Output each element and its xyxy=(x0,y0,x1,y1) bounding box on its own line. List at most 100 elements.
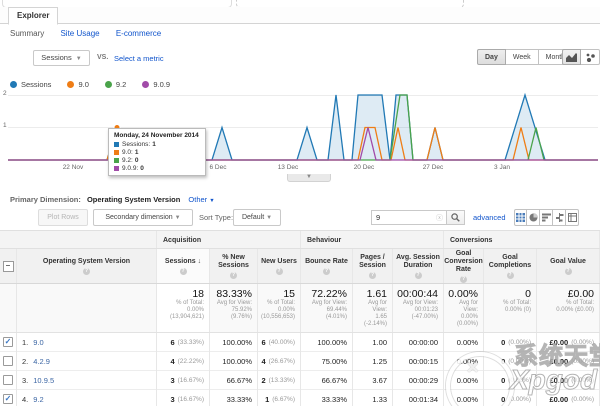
metric-value: 100.00% xyxy=(222,338,252,347)
clear-search-icon[interactable]: ⓧ xyxy=(436,213,443,223)
chart-collapse-handle[interactable]: ▼ xyxy=(287,174,331,182)
row-checkbox[interactable]: ✓ xyxy=(3,394,13,404)
metric-value: £0.00 xyxy=(549,376,568,385)
data-view-button[interactable] xyxy=(514,209,527,226)
metric-value: 0 xyxy=(501,376,505,385)
x-axis-tick: 3 Jan xyxy=(494,164,510,171)
metric-value: 0 xyxy=(501,357,505,366)
help-icon[interactable]: ? xyxy=(83,268,90,275)
comparison-view-button[interactable] xyxy=(553,209,566,226)
help-icon[interactable]: ? xyxy=(415,272,422,279)
metric-cell: 0.00% xyxy=(444,371,484,390)
metric-cell: 0.00% xyxy=(444,390,484,406)
column-header-dimension[interactable]: Operating System Version ? xyxy=(17,249,157,283)
tab-explorer[interactable]: Explorer xyxy=(8,7,58,25)
column-header-avg-session-duration[interactable]: Avg. Session Duration? xyxy=(393,249,444,283)
legend-item-9.0[interactable]: 9.0 xyxy=(67,80,88,89)
column-header-pages-session[interactable]: Pages / Session? xyxy=(353,249,393,283)
advanced-search-link[interactable]: advanced xyxy=(473,213,506,222)
row-dimension-link[interactable]: 9.0 xyxy=(33,338,43,347)
row-checkbox[interactable]: ✓ xyxy=(3,337,13,347)
column-header-goal-completions[interactable]: Goal Completions? xyxy=(484,249,537,283)
sort-type-dropdown[interactable]: Default ▼ xyxy=(233,209,281,226)
totals-subtext: View: 0.00% xyxy=(446,307,478,321)
help-icon[interactable]: ? xyxy=(565,268,572,275)
metric-percent: (26.67%) xyxy=(269,358,295,365)
select-all-checkbox[interactable]: – xyxy=(3,261,14,272)
tooltip-series-value: 0 xyxy=(140,165,144,172)
totals-value: 72.22% xyxy=(303,288,347,300)
totals-cell: 72.22%Avg for View:69.44%(4.01%) xyxy=(301,284,353,332)
legend-item-9.0.9[interactable]: 9.0.9 xyxy=(142,80,170,89)
row-dimension-link[interactable]: 10.9.5 xyxy=(33,376,54,385)
granularity-day-button[interactable]: Day xyxy=(477,49,506,65)
metric-cell: 0(0.00%) xyxy=(484,390,537,406)
select-all-cell: – xyxy=(0,249,17,283)
primary-dimension-other-link[interactable]: Other ▼ xyxy=(188,195,214,204)
totals-value: 1.61 xyxy=(355,288,387,300)
metric-value: 0 xyxy=(501,338,505,347)
totals-subtext: % of Total: xyxy=(486,300,531,307)
metric-selector-dropdown[interactable]: Sessions▼ xyxy=(33,50,90,66)
totals-value: 0.00% xyxy=(446,288,478,300)
totals-subtext: 75.92% xyxy=(212,307,252,314)
column-header-new-users[interactable]: New Users? xyxy=(258,249,301,283)
table-row[interactable]: 2.4.2.94(22.22%)100.00%4(26.67%)75.00%1.… xyxy=(0,352,600,371)
row-dimension-link[interactable]: 4.2.9 xyxy=(33,357,50,366)
column-header-goal-value[interactable]: Goal Value? xyxy=(537,249,600,283)
granularity-week-button[interactable]: Week xyxy=(506,49,539,65)
totals-subtext: % of Total: xyxy=(159,300,204,307)
vs-label: VS. xyxy=(97,54,108,61)
column-header-bounce-rate[interactable]: Bounce Rate? xyxy=(301,249,353,283)
help-icon[interactable]: ? xyxy=(460,276,467,283)
help-icon[interactable]: ? xyxy=(507,272,514,279)
column-header-sessions[interactable]: Sessions ↓? xyxy=(157,249,210,283)
y-axis-label-2: 2 xyxy=(3,90,7,97)
row-checkbox[interactable] xyxy=(3,375,13,385)
percentage-view-button[interactable] xyxy=(527,209,540,226)
legend-item-9.2[interactable]: 9.2 xyxy=(105,80,126,89)
help-icon[interactable]: ? xyxy=(276,268,283,275)
table-icon xyxy=(516,213,525,222)
primary-dimension-selected[interactable]: Operating System Version xyxy=(87,195,180,204)
tooltip-row: 9.0.9:0 xyxy=(114,165,200,172)
metric-cell: 0(0.00%) xyxy=(484,352,537,371)
legend-item-Sessions[interactable]: Sessions xyxy=(10,80,51,89)
analytics-explorer-page: Explorer Summary Site Usage E-commerce S… xyxy=(0,0,600,406)
metric-selector-label: Sessions xyxy=(41,53,71,62)
granularity-toggle: Day Week Month xyxy=(477,49,573,65)
legend-label: 9.0 xyxy=(78,80,88,89)
table-row[interactable]: ✓1.9.06(33.33%)100.00%6(40.00%)100.00%1.… xyxy=(0,333,600,352)
totals-subtext: (13,904,621) xyxy=(159,314,204,321)
motion-chart-view-button[interactable] xyxy=(581,49,600,65)
totals-subtext: Avg for xyxy=(355,300,387,307)
metric-cell: 100.00% xyxy=(210,352,258,371)
performance-view-button[interactable] xyxy=(540,209,553,226)
table-row[interactable]: ✓4.9.23(16.67%)33.33%1(6.67%)33.33%1.330… xyxy=(0,390,600,406)
row-dimension-link[interactable]: 9.2 xyxy=(33,395,43,404)
metric-cell: 33.33% xyxy=(301,390,353,406)
row-checkbox[interactable] xyxy=(3,356,13,366)
line-chart-view-button[interactable] xyxy=(562,49,581,65)
select-metric-link[interactable]: Select a metric xyxy=(114,54,164,63)
help-icon[interactable]: ? xyxy=(180,268,187,275)
totals-value: 15 xyxy=(260,288,295,300)
subnav-summary[interactable]: Summary xyxy=(10,29,44,38)
help-icon[interactable]: ? xyxy=(230,272,237,279)
subnav-ecommerce[interactable]: E-commerce xyxy=(116,29,161,38)
search-icon xyxy=(451,213,460,222)
help-icon[interactable]: ? xyxy=(323,268,330,275)
help-icon[interactable]: ? xyxy=(369,272,376,279)
column-header-label: Bounce Rate xyxy=(305,258,348,266)
secondary-dimension-button[interactable]: Secondary dimension ▼ xyxy=(93,209,193,226)
metric-percent: (0.00%) xyxy=(508,396,531,403)
table-row[interactable]: 3.10.9.53(16.67%)66.67%2(13.33%)66.67%3.… xyxy=(0,371,600,390)
pivot-view-button[interactable] xyxy=(566,209,579,226)
subnav-site-usage[interactable]: Site Usage xyxy=(60,29,99,38)
column-header--new-sessions[interactable]: % New Sessions? xyxy=(210,249,258,283)
tooltip-series-value: 0 xyxy=(135,157,139,164)
metric-cell: £0.00(0.00%) xyxy=(537,371,600,390)
plot-rows-button[interactable]: Plot Rows xyxy=(38,209,88,226)
search-button[interactable] xyxy=(446,210,465,225)
column-header-goal-conversion-rate[interactable]: Goal Conversion Rate? xyxy=(444,249,484,283)
